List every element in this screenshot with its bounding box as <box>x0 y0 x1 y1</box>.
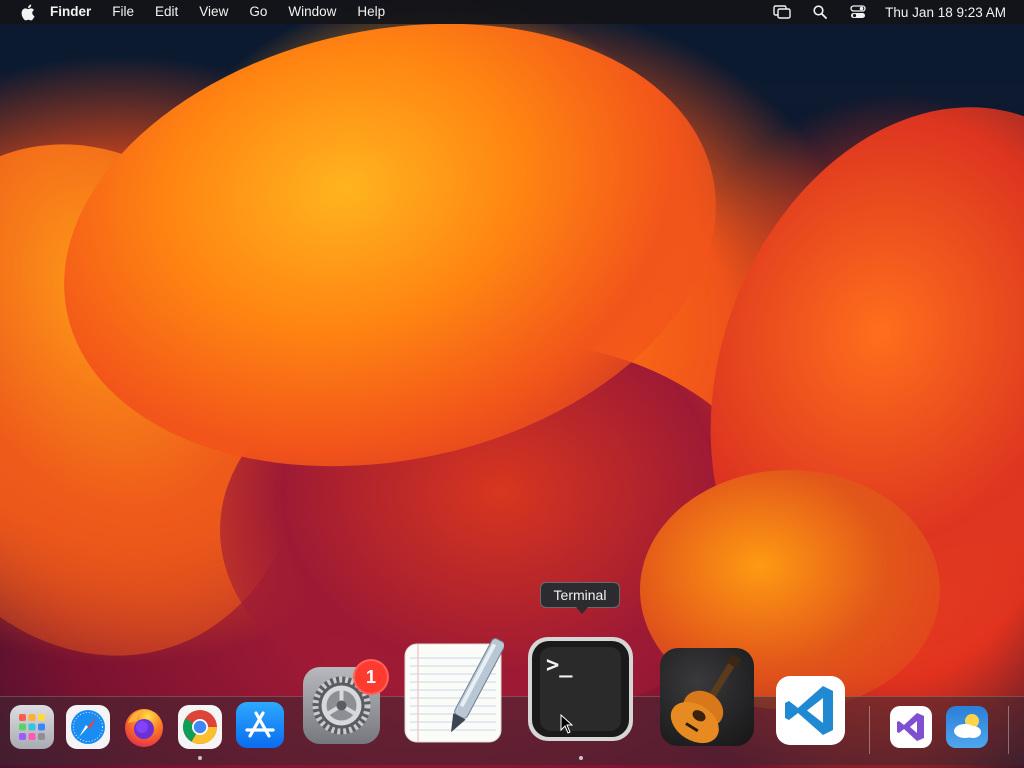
firefox-icon[interactable] <box>122 705 166 749</box>
chrome-icon[interactable] <box>178 705 222 749</box>
launchpad-icon[interactable] <box>10 705 54 749</box>
dock-separator <box>1008 706 1009 754</box>
menu-help[interactable]: Help <box>357 0 385 24</box>
menu-file[interactable]: File <box>112 0 134 24</box>
spotlight-search-icon[interactable] <box>811 4 829 20</box>
dock-separator <box>869 706 870 754</box>
visual-studio-icon[interactable] <box>890 706 932 748</box>
running-indicator <box>579 756 583 760</box>
screen-mirroring-icon[interactable] <box>773 4 791 20</box>
vscode-icon[interactable] <box>776 676 845 745</box>
mouse-cursor-icon <box>560 713 574 734</box>
notification-badge: 1 <box>353 659 389 695</box>
garageband-icon[interactable] <box>660 648 754 746</box>
dock-tooltip-label: Terminal <box>553 587 607 603</box>
dock-tooltip: Terminal <box>540 582 620 614</box>
menu-view[interactable]: View <box>199 0 228 24</box>
menu-bar: Finder File Edit View Go Window Help Thu… <box>0 0 1024 24</box>
menu-edit[interactable]: Edit <box>155 0 178 24</box>
menu-go[interactable]: Go <box>249 0 267 24</box>
textedit-icon[interactable] <box>404 634 506 744</box>
safari-icon[interactable] <box>66 705 110 749</box>
menu-window[interactable]: Window <box>288 0 336 24</box>
app-store-icon[interactable] <box>236 702 284 748</box>
terminal-icon-screen: >_ <box>532 641 629 737</box>
weather-icon[interactable] <box>946 706 988 748</box>
terminal-prompt: >_ <box>546 653 573 678</box>
control-center-icon[interactable] <box>849 4 867 20</box>
apple-menu-icon[interactable] <box>18 3 36 21</box>
running-indicator <box>198 756 202 760</box>
menu-bar-clock[interactable]: Thu Jan 18 9:23 AM <box>885 5 1006 20</box>
terminal-icon[interactable]: >_ <box>528 637 633 741</box>
menu-app-name[interactable]: Finder <box>50 0 91 24</box>
menu-bar-status-area: Thu Jan 18 9:23 AM <box>753 4 1006 20</box>
desktop-wallpaper <box>0 0 1024 768</box>
dock-tooltip-tail <box>576 607 588 614</box>
